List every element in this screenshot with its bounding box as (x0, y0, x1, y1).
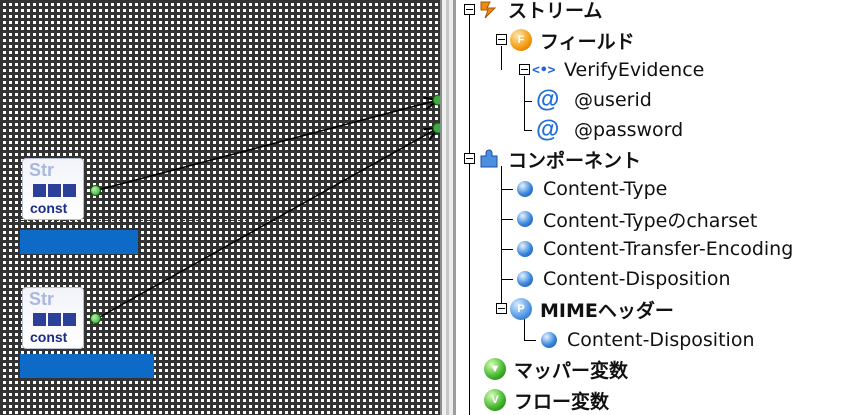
leaf-ball-icon (517, 181, 533, 197)
puzzle-icon (478, 148, 500, 170)
tree-node-components[interactable]: コンポーネント (478, 146, 641, 172)
collapse-toggle[interactable] (496, 34, 507, 45)
tree-connector (524, 130, 532, 131)
tree-node-label: VerifyEvidence (564, 59, 705, 81)
str-label: Str (29, 160, 55, 180)
tree-node-label: Content-Typeのcharset (543, 209, 758, 232)
tree-node-component-item[interactable]: Content-Transfer-Encoding (514, 236, 793, 262)
tree-node-stream[interactable]: ストリーム (478, 0, 602, 22)
tree-connector (501, 279, 513, 280)
const-node-1[interactable]: Str const (22, 158, 84, 220)
mime-header-icon: P (510, 298, 532, 320)
tree-connector (524, 76, 525, 130)
tree-node-label: @password (574, 119, 684, 141)
flow-variable-icon: V (484, 389, 506, 411)
tree-node-label: フロー変数 (514, 390, 610, 413)
tree-connector (501, 189, 513, 190)
target-port (432, 122, 440, 134)
collapse-toggle[interactable] (496, 303, 507, 314)
leaf-ball-icon (517, 241, 533, 257)
tree-connector (524, 101, 532, 102)
attribute-icon: @ (536, 116, 560, 143)
tree-node-component-item[interactable]: Content-Type (514, 176, 667, 202)
tree-connector (469, 14, 470, 415)
tree-node-label: マッパー変数 (514, 359, 629, 382)
collapse-toggle[interactable] (464, 4, 475, 15)
tree-node-flow-variables[interactable]: V フロー変数 (484, 387, 609, 413)
tree-connector (501, 46, 502, 70)
leaf-ball-icon (541, 332, 557, 348)
tree-node-label: ストリーム (508, 0, 603, 22)
const-node-2[interactable]: Str const (22, 287, 84, 349)
tree-node-password[interactable]: @ @password (536, 117, 683, 143)
tree-node-label: コンポーネント (508, 149, 642, 172)
tree-node-label: Content-Type (543, 178, 668, 200)
tree-node-label: Content-Disposition (543, 268, 731, 290)
mapping-canvas[interactable]: Str const Str const (0, 0, 440, 415)
schema-tree: ストリーム F フィールド <•> VerifyEvidence @ @user… (456, 0, 850, 415)
tree-node-mime-item[interactable]: Content-Disposition (538, 327, 755, 353)
leaf-ball-icon (517, 211, 533, 227)
connection-line-2 (97, 128, 438, 319)
tree-connector (501, 166, 502, 311)
tree-node-field[interactable]: F フィールド (510, 27, 635, 53)
tree-node-label: MIMEヘッダー (540, 299, 674, 322)
tree-node-label: フィールド (540, 30, 635, 53)
node-name-field-1[interactable] (20, 230, 138, 254)
tree-node-label: Content-Disposition (567, 329, 755, 351)
const-blocks-icon (33, 313, 76, 326)
str-label: Str (29, 289, 55, 309)
const-label: const (30, 329, 68, 345)
tree-connector (501, 249, 513, 250)
tree-connector (524, 340, 536, 341)
tree-node-mime-header[interactable]: P MIMEヘッダー (510, 296, 674, 322)
collapse-toggle[interactable] (519, 64, 530, 75)
tree-node-userid[interactable]: @ @userid (536, 87, 652, 113)
splitter-bar[interactable] (440, 0, 456, 415)
tree-node-verifyevidence[interactable]: <•> VerifyEvidence (532, 57, 704, 83)
collapse-toggle[interactable] (464, 153, 475, 164)
mapper-variable-icon: ▼ (484, 358, 506, 380)
output-port-1[interactable] (90, 185, 101, 196)
node-name-field-2[interactable] (20, 354, 154, 378)
element-icon: <•> (532, 62, 556, 78)
connection-line-1 (97, 100, 438, 191)
tree-connector (501, 219, 513, 220)
const-label: const (30, 200, 68, 216)
attribute-icon: @ (536, 86, 560, 113)
field-icon: F (510, 29, 532, 51)
tree-node-label: Content-Transfer-Encoding (543, 238, 794, 260)
target-port (432, 94, 440, 106)
tree-node-component-item[interactable]: Content-Typeのcharset (514, 206, 757, 232)
const-blocks-icon (33, 184, 76, 197)
tree-node-mapper-variables[interactable]: ▼ マッパー変数 (484, 356, 628, 382)
output-port-2[interactable] (90, 313, 101, 324)
stream-icon (478, 0, 500, 20)
leaf-ball-icon (517, 271, 533, 287)
tree-node-label: @userid (574, 89, 652, 111)
tree-node-component-item[interactable]: Content-Disposition (514, 266, 731, 292)
